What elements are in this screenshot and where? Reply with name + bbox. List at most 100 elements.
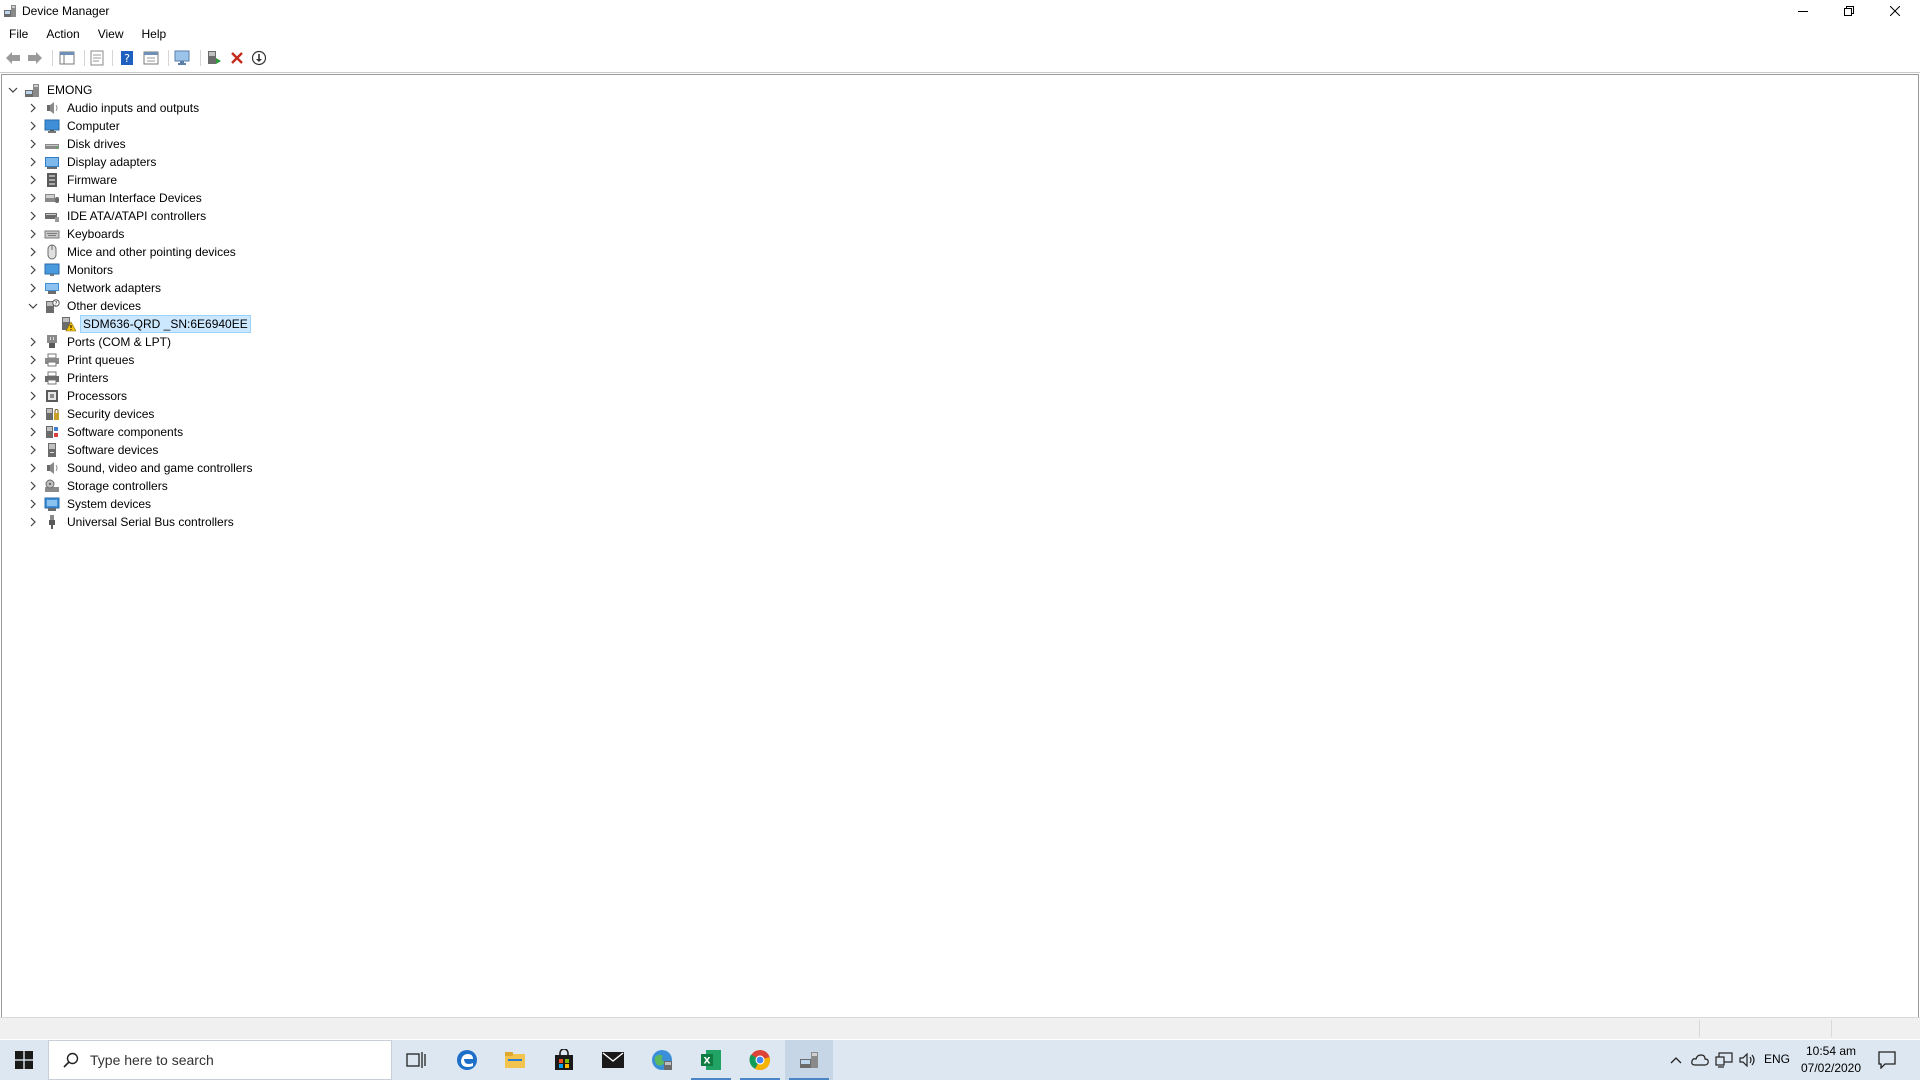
tree-item-software-components[interactable]: Software components <box>2 423 254 441</box>
update-driver-icon[interactable] <box>205 49 223 67</box>
tree-item-disk-drives[interactable]: Disk drives <box>2 135 254 153</box>
tree-item-keyboards[interactable]: Keyboards <box>2 225 254 243</box>
tree-item-label: EMONG <box>47 83 93 97</box>
store-icon[interactable] <box>540 1040 588 1080</box>
tree-item-printers[interactable]: Printers <box>2 369 254 387</box>
expand-chevron-icon[interactable] <box>28 409 38 419</box>
tree-item-system-devices[interactable]: System devices <box>2 495 254 513</box>
menu-action[interactable]: Action <box>37 24 88 44</box>
mail-icon[interactable] <box>589 1040 637 1080</box>
tree-item-label: Other devices <box>67 299 142 313</box>
expand-chevron-icon[interactable] <box>28 445 38 455</box>
tree-item-label: Disk drives <box>67 137 126 151</box>
tree-item-sdm636-qrd[interactable]: SDM636-QRD _SN:6E6940EE <box>2 315 254 333</box>
tree-item-ports-com-lpt[interactable]: Ports (COM & LPT) <box>2 333 254 351</box>
expand-chevron-icon[interactable] <box>28 481 38 491</box>
tree-item-usb-controllers[interactable]: Universal Serial Bus controllers <box>2 513 254 531</box>
properties-icon[interactable] <box>88 49 106 67</box>
expand-chevron-icon[interactable] <box>28 139 38 149</box>
close-button[interactable] <box>1872 0 1918 22</box>
tree-item-display-adapters[interactable]: Display adapters <box>2 153 254 171</box>
excel-icon[interactable]: X <box>687 1040 735 1080</box>
expand-chevron-icon[interactable] <box>28 427 38 437</box>
expand-chevron-icon[interactable] <box>28 265 38 275</box>
monitor-icon <box>44 262 60 278</box>
taskbar-clock[interactable]: 10:54 am 07/02/2020 <box>1800 1043 1862 1077</box>
menu-file[interactable]: File <box>0 24 37 44</box>
expand-chevron-icon[interactable] <box>28 103 38 113</box>
collapse-chevron-icon[interactable] <box>8 85 18 95</box>
minimize-button[interactable] <box>1780 0 1826 22</box>
expand-chevron-icon[interactable] <box>28 121 38 131</box>
network-globe-icon[interactable] <box>638 1040 686 1080</box>
tree-item-mice-pointing-devices[interactable]: Mice and other pointing devices <box>2 243 254 261</box>
tree-item-software-devices[interactable]: Software devices <box>2 441 254 459</box>
expand-chevron-icon[interactable] <box>28 229 38 239</box>
tree-item-audio-inputs-outputs[interactable]: Audio inputs and outputs <box>2 99 254 117</box>
tree-item-firmware[interactable]: Firmware <box>2 171 254 189</box>
device-view-icon[interactable] <box>142 49 160 67</box>
tree-item-label: Mice and other pointing devices <box>67 245 236 259</box>
tree-item-storage-controllers[interactable]: Storage controllers <box>2 477 254 495</box>
tree-item-sound-video-game-controllers[interactable]: Sound, video and game controllers <box>2 459 254 477</box>
tree-item-print-queues[interactable]: Print queues <box>2 351 254 369</box>
tree-item-processors[interactable]: Processors <box>2 387 254 405</box>
mouse-icon <box>44 244 60 260</box>
menu-help[interactable]: Help <box>133 24 176 44</box>
back-arrow-icon[interactable] <box>4 49 22 67</box>
download-driver-icon[interactable] <box>250 49 268 67</box>
expand-chevron-icon[interactable] <box>28 175 38 185</box>
uninstall-device-icon[interactable] <box>228 49 246 67</box>
help-icon[interactable]: ? <box>118 49 136 67</box>
window-title: Device Manager <box>22 4 110 18</box>
expand-chevron-icon[interactable] <box>28 463 38 473</box>
expand-chevron-icon[interactable] <box>28 391 38 401</box>
tree-item-ide-ata-atapi-controllers[interactable]: IDE ATA/ATAPI controllers <box>2 207 254 225</box>
tree-item-monitors[interactable]: Monitors <box>2 261 254 279</box>
title-bar: Device Manager <box>0 0 1920 22</box>
expand-chevron-icon[interactable] <box>28 247 38 257</box>
tree-item-network-adapters[interactable]: Network adapters <box>2 279 254 297</box>
expand-chevron-icon[interactable] <box>28 193 38 203</box>
expand-chevron-icon[interactable] <box>28 517 38 527</box>
tree-item-computer[interactable]: Computer <box>2 117 254 135</box>
collapse-chevron-icon[interactable] <box>28 301 38 311</box>
expand-chevron-icon[interactable] <box>28 355 38 365</box>
device-manager-app-icon[interactable] <box>3 3 17 18</box>
expand-chevron-icon[interactable] <box>28 337 38 347</box>
tree-item-other-devices[interactable]: ? Other devices <box>2 297 254 315</box>
expand-chevron-icon[interactable] <box>28 499 38 509</box>
expand-chevron-icon[interactable] <box>28 157 38 167</box>
action-center-icon[interactable] <box>1864 1040 1910 1080</box>
show-hidden-icons-chevron-icon[interactable] <box>1666 1040 1686 1080</box>
menu-view[interactable]: View <box>89 24 133 44</box>
toolbar-separator <box>200 50 201 66</box>
tree-item-label: IDE ATA/ATAPI controllers <box>67 209 207 223</box>
forward-arrow-icon[interactable] <box>26 49 44 67</box>
network-status-icon[interactable] <box>1714 1040 1734 1080</box>
restore-button[interactable] <box>1826 0 1872 22</box>
show-hide-console-tree-icon[interactable] <box>58 49 76 67</box>
input-language-indicator[interactable]: ENG <box>1764 1052 1790 1066</box>
expand-chevron-icon[interactable] <box>28 211 38 221</box>
device-manager-taskbar-icon[interactable] <box>785 1040 833 1080</box>
taskbar-search-box[interactable]: Type here to search <box>48 1040 392 1080</box>
start-button[interactable] <box>0 1040 48 1080</box>
expand-chevron-icon[interactable] <box>28 373 38 383</box>
search-icon <box>62 1051 80 1069</box>
edge-icon[interactable] <box>443 1040 491 1080</box>
chrome-icon[interactable] <box>736 1040 784 1080</box>
display-adapter-icon <box>44 154 60 170</box>
device-tree-pane[interactable]: EMONG Audio inputs and outputs Computer … <box>1 74 1919 1017</box>
tree-item-security-devices[interactable]: Security devices <box>2 405 254 423</box>
tree-root-emong[interactable]: EMONG <box>2 81 254 99</box>
onedrive-cloud-icon[interactable] <box>1690 1040 1710 1080</box>
volume-icon[interactable] <box>1738 1040 1758 1080</box>
scan-hardware-changes-icon[interactable] <box>174 49 192 67</box>
system-device-icon <box>44 496 60 512</box>
security-device-icon <box>44 406 60 422</box>
tree-item-human-interface-devices[interactable]: Human Interface Devices <box>2 189 254 207</box>
task-view-icon[interactable] <box>392 1040 440 1080</box>
file-explorer-icon[interactable] <box>491 1040 539 1080</box>
expand-chevron-icon[interactable] <box>28 283 38 293</box>
